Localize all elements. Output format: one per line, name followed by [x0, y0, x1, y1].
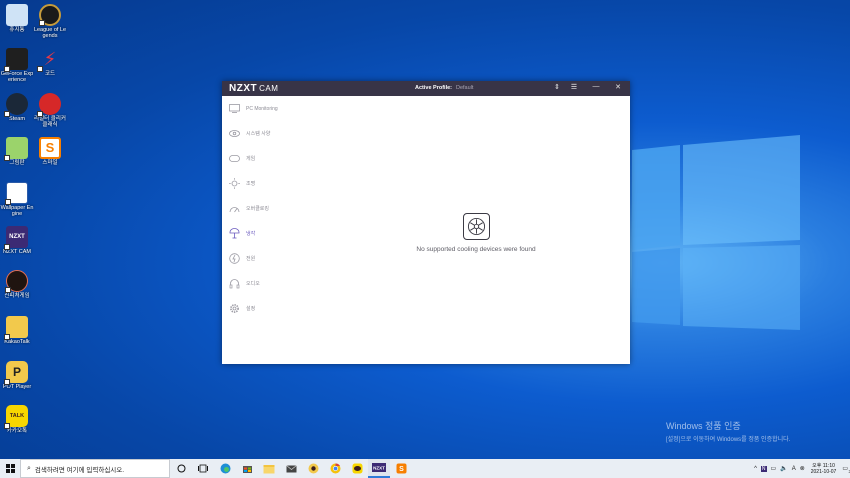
desktop-icon-recycle-bin[interactable]: 휴지통 — [0, 4, 34, 33]
svg-text:NZXT: NZXT — [373, 466, 385, 471]
league-icon — [39, 4, 61, 26]
headphones-icon — [229, 278, 240, 289]
windows-logo-icon — [5, 464, 15, 473]
desktop-icon-game[interactable]: 신피처게임 — [0, 270, 34, 299]
kakao-icon — [308, 463, 318, 474]
gamepad-icon — [229, 153, 240, 164]
show-hidden-icons[interactable]: ^ — [754, 466, 757, 472]
system-tray: ^ N ▭ 🔈 A ⊗ 오후 11:10 2021-10-07 ▭ 3 — [752, 459, 850, 478]
svg-text:S: S — [399, 466, 404, 473]
taskbar-kakaotalk[interactable] — [346, 459, 368, 478]
desktop-icon-wallpaper-engine[interactable]: Wallpaper Engine — [0, 182, 34, 217]
taskbar-store[interactable] — [236, 459, 258, 478]
desktop-icon-paint[interactable]: 그림판 — [0, 137, 34, 166]
clock[interactable]: 오후 11:10 2021-10-07 — [811, 463, 837, 475]
desktop-icon-lol[interactable]: League of Legends — [33, 4, 67, 39]
taskbar-nzxt[interactable]: NZXT — [368, 459, 390, 478]
desktop-icon-kakaotalk[interactable]: TALK 카카오톡 — [0, 405, 34, 434]
eye-icon — [229, 128, 240, 139]
desktop-icon-potplayer[interactable]: P POT Player — [0, 361, 34, 390]
game-icon — [5, 270, 28, 293]
taskbar-chrome[interactable] — [324, 459, 346, 478]
cooling-content: No supported cooling devices were found — [322, 96, 630, 364]
app-logo: NZXT CAM — [229, 83, 279, 94]
steam-icon — [4, 93, 28, 117]
window-titlebar[interactable]: NZXT CAM Active Profile: Default ⇕ ☰ — ✕ — [222, 81, 630, 96]
ime-icon[interactable]: A — [792, 466, 796, 472]
kakaotalk-icon — [352, 463, 362, 474]
wallpaper-engine-icon — [5, 182, 28, 205]
sun-icon — [229, 178, 240, 189]
nav-audio[interactable]: 오디오 — [222, 271, 322, 296]
mail-icon — [285, 464, 297, 472]
nav-settings[interactable]: 설정 — [222, 296, 322, 321]
accessibility-icon[interactable]: ⊗ — [800, 465, 805, 472]
monitor-icon — [229, 103, 240, 114]
taskbar-search[interactable]: ⌕ 검색하려면 여기에 입력하십시오. — [20, 459, 170, 478]
cortana-button[interactable] — [170, 459, 192, 478]
taskbar-s-app[interactable]: S — [390, 459, 412, 478]
desktop-icon-smile[interactable]: S 스마일 — [33, 137, 67, 166]
no-devices-message: No supported cooling devices were found — [416, 245, 536, 253]
potplayer-icon: P — [4, 361, 28, 385]
power-icon — [229, 253, 240, 264]
desktop-icon-geforce[interactable]: GeForce Experience — [0, 48, 34, 83]
nav-lighting[interactable]: 조명 — [222, 171, 322, 196]
taskbar-explorer[interactable] — [258, 459, 280, 478]
taskbar: ⌕ 검색하려면 여기에 입력하십시오. NZXT S ^ N ▭ 🔈 A ⊗ 오… — [0, 459, 850, 478]
desktop-icon-nzxt[interactable]: NZXT NZXT CAM — [0, 226, 34, 255]
activation-watermark: Windows 정품 인증 [설정]으로 이동하여 Windows를 정품 인증… — [666, 421, 791, 443]
desktop-icon-kakao-pc[interactable]: KakaoTalk — [0, 316, 34, 345]
desktop-icon-clicker[interactable]: 리얼터 클리커 클래식 — [33, 93, 67, 128]
desktop-icons: 휴지통 League of Legends GeForce Experience… — [0, 0, 70, 460]
close-icon[interactable]: ✕ — [613, 83, 623, 91]
gear-icon — [229, 303, 240, 314]
task-view-button[interactable] — [192, 459, 214, 478]
volume-icon[interactable]: 🔈 — [780, 465, 787, 472]
nav-pc-monitoring[interactable]: PC Monitoring — [222, 96, 322, 121]
nav-games[interactable]: 게임 — [222, 146, 322, 171]
nav-system-specs[interactable]: 시스템 사양 — [222, 121, 322, 146]
kakao-square-icon — [4, 316, 28, 340]
kakaotalk-icon: TALK — [4, 405, 28, 429]
minimize-icon[interactable]: — — [591, 83, 601, 90]
taskbar-mail[interactable] — [280, 459, 302, 478]
nav-power[interactable]: 전원 — [222, 246, 322, 271]
recycle-bin-icon — [6, 4, 28, 26]
desktop-icon-steam[interactable]: Steam — [0, 93, 34, 122]
geforce-icon — [4, 48, 28, 72]
circle-icon — [177, 464, 185, 473]
search-icon: ⌕ — [27, 464, 31, 472]
taskbar-edge[interactable] — [214, 459, 236, 478]
sidebar: PC Monitoring 시스템 사양 게임 조명 오버클로킹 냉각 전원 오… — [222, 96, 322, 321]
store-icon — [242, 466, 252, 473]
notification-center-icon[interactable]: ▭ 3 — [842, 465, 850, 474]
fan-icon — [462, 212, 490, 240]
taskbar-kakao[interactable] — [302, 459, 324, 478]
active-profile[interactable]: Active Profile: Default — [415, 85, 473, 91]
s-logo-icon: S — [396, 463, 406, 474]
fist-icon — [37, 93, 61, 117]
nzxt-cam-window: NZXT CAM Active Profile: Default ⇕ ☰ — ✕ P… — [222, 81, 630, 364]
network-icon[interactable]: ▭ — [771, 465, 777, 472]
nzxt-logo-icon: NZXT — [4, 226, 28, 250]
chrome-icon — [330, 463, 340, 474]
paint-icon — [4, 137, 28, 161]
lightning-icon: ⚡ — [37, 48, 61, 72]
start-button[interactable] — [0, 459, 20, 478]
desktop-icon-code[interactable]: ⚡ 코드 — [33, 48, 67, 77]
edge-icon — [220, 463, 230, 474]
sort-icon[interactable]: ⇕ — [552, 83, 562, 91]
task-view-icon — [198, 464, 208, 473]
menu-icon[interactable]: ☰ — [569, 83, 579, 91]
s-logo-icon: S — [39, 137, 61, 159]
nzxt-icon: NZXT — [372, 463, 386, 472]
thermometer-icon — [229, 228, 240, 239]
speedometer-icon — [229, 203, 240, 214]
tray-n-icon[interactable]: N — [760, 465, 767, 472]
nav-overclocking[interactable]: 오버클로킹 — [222, 196, 322, 221]
nav-cooling[interactable]: 냉각 — [222, 221, 322, 246]
folder-icon — [263, 464, 275, 473]
